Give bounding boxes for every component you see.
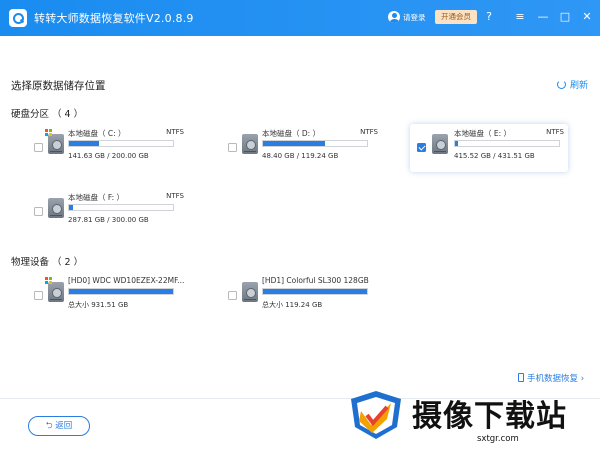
hard-disk-icon — [432, 134, 448, 154]
usage-bar-fill — [455, 141, 459, 146]
usage-bar — [68, 288, 174, 295]
watermark-text: 摄像下载站 — [412, 399, 567, 434]
page-title: 选择原数据储存位置 — [11, 80, 106, 92]
usage-bar-fill — [263, 289, 367, 294]
hard-disk-icon — [48, 282, 64, 302]
select-checkbox[interactable] — [34, 291, 43, 300]
partition-card[interactable]: 本地磁盘（ D: ） NTFS 48.40 GB / 119.24 GB — [224, 124, 382, 172]
usage-bar — [68, 140, 174, 147]
back-label: 返回 — [55, 421, 73, 431]
watermark-url: sxtgr.com — [477, 434, 519, 444]
drive-size: 415.52 GB / 431.51 GB — [454, 152, 535, 160]
back-button[interactable]: ⮌ 返回 — [28, 416, 90, 436]
vip-button[interactable]: 开通会员 — [435, 10, 477, 24]
partition-card[interactable]: 本地磁盘（ C: ） NTFS 141.63 GB / 200.00 GB — [30, 124, 188, 172]
hard-disk-icon — [48, 134, 64, 154]
partition-card[interactable]: 本地磁盘（ F: ） NTFS 287.81 GB / 300.00 GB — [30, 188, 188, 236]
minimize-icon[interactable]: — — [536, 10, 550, 24]
usage-bar-fill — [69, 205, 74, 210]
drive-name: 本地磁盘（ E: ） — [454, 129, 512, 138]
drive-name: 本地磁盘（ D: ） — [262, 129, 321, 138]
phone-recovery-label: 手机数据恢复 › — [527, 374, 585, 384]
refresh-label: 刷新 — [570, 81, 589, 91]
login-link[interactable]: 请登录 — [403, 12, 426, 23]
physical-group-title: 物理设备 （ 2 ） — [11, 257, 84, 268]
drive-size: 总大小 119.24 GB — [262, 301, 323, 309]
drive-size: 287.81 GB / 300.00 GB — [68, 216, 149, 224]
drive-name: 本地磁盘（ C: ） — [68, 129, 126, 138]
drive-size: 141.63 GB / 200.00 GB — [68, 152, 149, 160]
app-title: 转转大师数据恢复软件V2.0.8.9 — [34, 12, 194, 25]
drive-name: [HD1] Colorful SL300 128GB — [262, 276, 369, 285]
hard-disk-icon — [242, 282, 258, 302]
select-checkbox[interactable] — [34, 207, 43, 216]
partition-card[interactable]: 本地磁盘（ E: ） NTFS 415.52 GB / 431.51 GB — [410, 124, 568, 172]
refresh-button[interactable]: 刷新 — [557, 78, 588, 91]
app-logo-icon — [9, 9, 27, 27]
drive-name: [HD0] WDC WD10EZEX-22MF... — [68, 276, 185, 285]
usage-bar — [454, 140, 560, 147]
select-checkbox[interactable] — [34, 143, 43, 152]
partitions-group-title: 硬盘分区 （ 4 ） — [11, 109, 84, 120]
title-bar: 转转大师数据恢复软件V2.0.8.9 请登录 开通会员 ? ≡ — □ ✕ — [0, 0, 600, 36]
drive-size: 48.40 GB / 119.24 GB — [262, 152, 339, 160]
hard-disk-icon — [242, 134, 258, 154]
usage-bar-fill — [263, 141, 326, 146]
watermark-logo-icon — [351, 391, 401, 439]
help-icon[interactable]: ? — [482, 10, 496, 24]
filesystem-label: NTFS — [166, 128, 184, 136]
usage-bar-fill — [69, 141, 100, 146]
maximize-icon[interactable]: □ — [558, 10, 572, 24]
select-checkbox[interactable] — [228, 143, 237, 152]
usage-bar — [262, 140, 368, 147]
drive-name: 本地磁盘（ F: ） — [68, 193, 125, 202]
refresh-icon — [557, 80, 566, 89]
windows-logo-icon — [45, 129, 52, 136]
windows-logo-icon — [45, 277, 52, 284]
drive-size: 总大小 931.51 GB — [68, 301, 129, 309]
phone-icon — [518, 373, 524, 382]
filesystem-label: NTFS — [166, 192, 184, 200]
filesystem-label: NTFS — [546, 128, 564, 136]
usage-bar-fill — [69, 289, 173, 294]
usage-bar — [68, 204, 174, 211]
select-checkbox[interactable] — [228, 291, 237, 300]
filesystem-label: NTFS — [360, 128, 378, 136]
usage-bar — [262, 288, 368, 295]
hard-disk-icon — [48, 198, 64, 218]
device-card[interactable]: [HD0] WDC WD10EZEX-22MF... 总大小 931.51 GB — [30, 272, 188, 320]
close-icon[interactable]: ✕ — [580, 10, 594, 24]
device-card[interactable]: [HD1] Colorful SL300 128GB 总大小 119.24 GB — [224, 272, 382, 320]
menu-icon[interactable]: ≡ — [513, 10, 527, 24]
phone-recovery-link[interactable]: 手机数据恢复 › — [518, 372, 584, 384]
select-checkbox[interactable] — [417, 143, 426, 152]
user-icon[interactable] — [388, 11, 400, 23]
back-arrow-icon: ⮌ — [45, 421, 53, 431]
